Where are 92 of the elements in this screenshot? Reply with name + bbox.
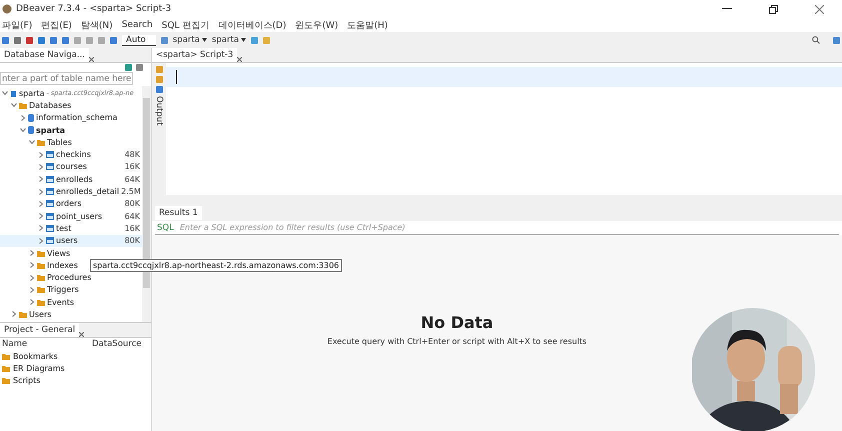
- caret-icon[interactable]: [240, 38, 246, 42]
- chevron-icon[interactable]: [38, 200, 44, 207]
- chevron-icon[interactable]: [38, 213, 44, 220]
- folder-icon: [19, 310, 27, 318]
- tree-row[interactable]: users 80K: [0, 234, 142, 247]
- table-size: 48K: [124, 150, 140, 160]
- menu-item[interactable]: Search: [122, 20, 153, 30]
- tree-item[interactable]: sparta: [19, 88, 44, 98]
- tree-item[interactable]: Triggers: [47, 285, 79, 294]
- results-tab[interactable]: Results 1: [155, 206, 202, 220]
- empty-hint: Execute query with Ctrl+Enter or script with Alt+X to see results: [327, 337, 587, 346]
- perspective-icon[interactable]: [833, 36, 840, 44]
- tooltip: sparta.cct9ccqjxlr8.ap-northeast-2.rds.amazonaws.com:3306: [90, 259, 342, 272]
- commit-mode-field[interactable]: Auto: [122, 34, 156, 46]
- tree-item[interactable]: information_schema: [36, 113, 118, 122]
- tree-item[interactable]: Databases: [29, 100, 72, 110]
- close-icon[interactable]: [237, 57, 242, 62]
- tree-item[interactable]: checkins: [56, 150, 91, 160]
- menu-item[interactable]: 탐색(N): [80, 18, 113, 32]
- empty-title: No Data: [420, 313, 494, 332]
- table-size: 64K: [124, 212, 140, 221]
- project-tab[interactable]: Project - General: [0, 323, 80, 337]
- tree-item[interactable]: courses: [56, 162, 87, 172]
- table-size: 80K: [124, 236, 140, 246]
- chevron-icon[interactable]: [29, 250, 35, 256]
- chevron-icon[interactable]: [38, 225, 44, 232]
- tree-item[interactable]: sparta: [36, 126, 66, 135]
- maximize-icon[interactable]: [768, 4, 778, 14]
- search-icon[interactable]: [812, 36, 820, 44]
- table-size: 16K: [124, 162, 140, 172]
- filter-field[interactable]: nter a part of table name here: [0, 72, 133, 85]
- navigator-tab[interactable]: Database Naviga...: [0, 48, 89, 62]
- folder-icon: [19, 102, 27, 109]
- chevron-icon[interactable]: [38, 164, 44, 170]
- tree-item[interactable]: Tables: [47, 138, 72, 147]
- project-item[interactable]: Bookmarks: [13, 352, 58, 360]
- tree-item[interactable]: enrolleds: [56, 174, 93, 184]
- menu-item[interactable]: 파일(F): [2, 18, 32, 32]
- menu-item[interactable]: 데이터베이스(D): [218, 18, 286, 32]
- minimize-icon[interactable]: [722, 8, 732, 10]
- tree-item[interactable]: point_users: [56, 212, 102, 221]
- folder-icon: [37, 138, 45, 146]
- column-header: DataSource: [92, 339, 142, 349]
- toolbar-icon[interactable]: [160, 36, 168, 44]
- plug-icon: [10, 89, 17, 98]
- chevron-icon[interactable]: [38, 152, 44, 158]
- chevron-icon[interactable]: [29, 299, 35, 306]
- tree-item[interactable]: Users: [29, 310, 52, 319]
- column-header: Name: [2, 339, 28, 349]
- editor-tab[interactable]: <sparta> Script-3: [152, 48, 238, 62]
- menu-item[interactable]: 윈도우(W): [295, 18, 338, 32]
- table-size: 80K: [124, 199, 140, 208]
- output-tab[interactable]: Output: [154, 96, 164, 126]
- tree-item[interactable]: Views: [47, 248, 70, 258]
- text-cursor: [176, 70, 177, 84]
- table-size: 64K: [124, 174, 140, 184]
- app-icon: [2, 4, 12, 14]
- tree-item[interactable]: Procedures: [47, 273, 92, 282]
- chevron-icon[interactable]: [11, 311, 17, 318]
- chevron-icon[interactable]: [11, 102, 17, 108]
- project-item[interactable]: Scripts: [13, 376, 40, 384]
- caret-icon[interactable]: [202, 38, 207, 42]
- datasource-combo[interactable]: sparta: [172, 35, 200, 45]
- menu-item[interactable]: 도움말(H): [347, 18, 388, 32]
- project-item[interactable]: ER Diagrams: [13, 364, 65, 372]
- chevron-icon[interactable]: [29, 139, 35, 146]
- results-filter-field[interactable]: Enter a SQL expression to filter results (use Ctrl+Space): [178, 222, 839, 233]
- close-icon[interactable]: [79, 332, 84, 337]
- table-size: 2.5M: [121, 187, 141, 196]
- close-icon[interactable]: [88, 57, 94, 62]
- chevron-icon[interactable]: [20, 114, 26, 121]
- chevron-icon[interactable]: [2, 90, 8, 96]
- menu-item[interactable]: SQL 편집기: [162, 18, 210, 32]
- menu-item[interactable]: 편집(E): [41, 18, 72, 32]
- tree-item[interactable]: enrolleds_detail: [56, 187, 120, 196]
- chevron-icon[interactable]: [20, 127, 26, 134]
- close-icon[interactable]: [814, 4, 824, 14]
- window-title: DBeaver 7.3.4 - <sparta> Script-3: [16, 4, 172, 14]
- chevron-icon[interactable]: [38, 188, 44, 195]
- tree-item[interactable]: orders: [56, 199, 82, 208]
- chevron-icon[interactable]: [29, 262, 35, 268]
- table-size: 16K: [124, 224, 140, 233]
- tree-item[interactable]: Events: [47, 298, 74, 307]
- schema-combo[interactable]: sparta: [212, 35, 239, 45]
- sql-label[interactable]: SQL: [157, 222, 174, 232]
- chevron-icon[interactable]: [29, 274, 35, 281]
- tree-item[interactable]: test: [56, 224, 72, 233]
- chevron-icon[interactable]: [29, 286, 35, 293]
- chevron-icon[interactable]: [38, 238, 44, 244]
- chevron-icon[interactable]: [38, 176, 44, 182]
- tree-item[interactable]: users: [56, 236, 78, 246]
- tree-item[interactable]: Indexes: [47, 260, 78, 270]
